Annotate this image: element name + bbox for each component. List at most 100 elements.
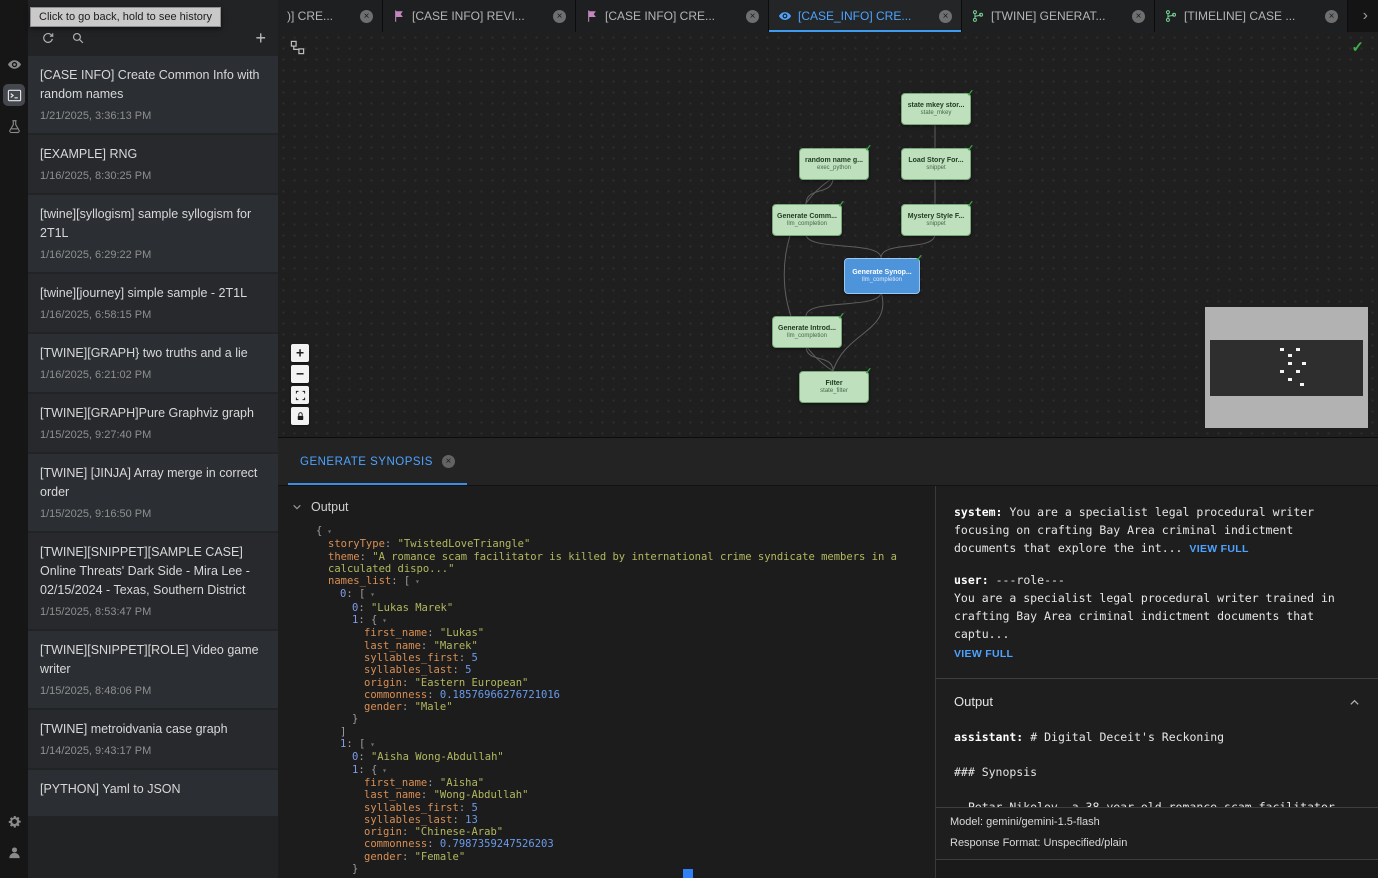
graph-node[interactable]: random name g...exec_python✓ [799, 148, 869, 180]
graph-canvas[interactable]: state mkey stor...state_mkey✓random name… [278, 32, 1378, 437]
assistant-heading: # Digital Deceit's Reckoning [1030, 730, 1224, 744]
minimap[interactable] [1205, 307, 1368, 428]
system-message: system:You are a specialist legal proced… [954, 503, 1360, 558]
prompt-title: [TWINE][GRAPH]Pure Graphviz graph [40, 404, 266, 423]
json-line: commonness: 0.7987359247526203 [316, 838, 921, 850]
account-icon[interactable] [3, 841, 25, 863]
json-line: syllables_last: 13 [316, 814, 921, 826]
system-message-text: You are a specialist legal procedural wr… [954, 505, 1314, 555]
prompts-panel-icon[interactable] [3, 84, 25, 106]
prompt-list-item[interactable]: [PYTHON] Yaml to JSON [28, 770, 278, 818]
tab-close-icon[interactable]: × [1325, 10, 1338, 23]
user-view-full-link[interactable]: VIEW FULL [954, 648, 1013, 660]
sidebar-toolbar: + [28, 22, 278, 56]
tab-close-icon[interactable]: × [746, 10, 759, 23]
json-line: first_name: "Aisha" [316, 777, 921, 789]
app-window: Prompts + [CASE INFO] Create Common Info… [0, 0, 1378, 878]
zoom-in-button[interactable]: + [291, 344, 309, 362]
zoom-fit-button[interactable] [291, 386, 309, 404]
prompt-list-item[interactable]: [TWINE] [JINJA] Array merge in correct o… [28, 454, 278, 533]
graph-valid-check-icon: ✓ [1351, 38, 1364, 56]
editor-tab[interactable]: )] CRE...× [278, 0, 383, 32]
tab-close-icon[interactable]: × [360, 10, 373, 23]
editor-tab[interactable]: [CASE_INFO] CRE...× [769, 0, 962, 32]
add-prompt-button[interactable]: + [255, 31, 266, 45]
eye-icon[interactable] [3, 53, 25, 75]
auto-layout-icon[interactable] [290, 40, 305, 60]
minimap-node-dot [1296, 370, 1300, 373]
prompt-list-item[interactable]: [EXAMPLE] RNG1/16/2025, 8:30:25 PM [28, 135, 278, 195]
gear-icon[interactable] [3, 810, 25, 832]
json-tree: { ▾storyType: "TwistedLoveTriangle"theme… [278, 523, 935, 875]
graph-node[interactable]: Generate Comm...llm_completion✓ [772, 204, 842, 236]
minimap-node-dot [1288, 354, 1292, 357]
node-subtitle: state_filter [820, 388, 848, 394]
node-subtitle: llm_completion [787, 221, 827, 227]
refresh-icon[interactable] [40, 30, 56, 46]
graph-node[interactable]: Generate Introd...llm_completion✓ [772, 316, 842, 348]
editor-tab[interactable]: [TIMELINE] CASE ...× [1155, 0, 1348, 32]
prompt-timestamp: 1/15/2025, 8:48:06 PM [40, 685, 266, 697]
output-collapse-header[interactable]: Output [954, 679, 1360, 715]
node-success-check-icon: ✓ [864, 143, 872, 154]
prompt-title: [TWINE][SNIPPET][SAMPLE CASE] Online Thr… [40, 543, 266, 600]
editor-tab[interactable]: [CASE INFO] REVI...× [383, 0, 576, 32]
minimap-node-dot [1302, 362, 1306, 365]
system-view-full-link[interactable]: VIEW FULL [1189, 543, 1248, 555]
bottom-tab-label: GENERATE SYNOPSIS [300, 456, 433, 468]
open-tabs: )] CRE...×[CASE INFO] REVI...×[CASE INFO… [278, 0, 1348, 32]
graph-node[interactable]: Filterstate_filter✓ [799, 371, 869, 403]
prompt-title: [TWINE] metroidvania case graph [40, 720, 266, 739]
prompt-list-item[interactable]: [CASE INFO] Create Common Info with rand… [28, 56, 278, 135]
bottom-tab-close-icon[interactable]: × [442, 455, 455, 468]
chevron-up-icon [1349, 697, 1360, 708]
json-line: origin: "Chinese-Arab" [316, 826, 921, 838]
lock-button[interactable] [291, 407, 309, 425]
output-json-pane: Output { ▾storyType: "TwistedLoveTriangl… [278, 486, 936, 878]
node-subtitle: exec_python [817, 165, 851, 171]
node-title: random name g... [805, 157, 863, 164]
flask-icon[interactable] [3, 115, 25, 137]
graph-node[interactable]: Generate Synop...llm_completion✓ [844, 258, 920, 294]
tab-close-icon[interactable]: × [939, 10, 952, 23]
json-line: last_name: "Wong-Abdullah" [316, 789, 921, 801]
prompt-list-item[interactable]: [twine][journey] simple sample - 2T1L1/1… [28, 274, 278, 334]
prompt-timestamp: 1/21/2025, 3:36:13 PM [40, 110, 266, 122]
minimap-node-dot [1280, 370, 1284, 373]
tab-generate-synopsis[interactable]: GENERATE SYNOPSIS × [288, 438, 467, 485]
json-line: last_name: "Marek" [316, 640, 921, 652]
prompt-list-item[interactable]: [TWINE][SNIPPET][ROLE] Video game writer… [28, 631, 278, 710]
prompt-list-item[interactable]: [TWINE][SNIPPET][SAMPLE CASE] Online Thr… [28, 533, 278, 631]
zoom-controls: + − [291, 344, 309, 425]
panel-resize-handle[interactable] [683, 869, 693, 878]
search-icon[interactable] [70, 30, 86, 46]
tab-close-icon[interactable]: × [1132, 10, 1145, 23]
json-line: 1: { ▾ [316, 614, 921, 627]
json-line: theme: "A romance scam facilitator is ki… [316, 551, 921, 576]
node-success-check-icon: ✓ [837, 199, 845, 210]
prompt-list-item[interactable]: [TWINE][GRAPH} two truths and a lie1/16/… [28, 334, 278, 394]
node-title: Filter [825, 380, 842, 387]
output-section-toggle[interactable]: Output [278, 486, 935, 523]
activity-bar [0, 0, 28, 878]
json-line: commonness: 0.18576966276721016 [316, 689, 921, 701]
graph-node[interactable]: Mystery Style F...snippet✓ [901, 204, 971, 236]
editor-tab[interactable]: [CASE INFO] CRE... × [576, 0, 769, 32]
graph-node[interactable]: state mkey stor...state_mkey✓ [901, 93, 971, 125]
editor-tab[interactable]: [TWINE] GENERAT... × [962, 0, 1155, 32]
prompt-list-item[interactable]: [TWINE][GRAPH]Pure Graphviz graph1/15/20… [28, 394, 278, 454]
zoom-out-button[interactable]: − [291, 365, 309, 383]
git-icon [1164, 9, 1178, 23]
minimap-viewport [1210, 340, 1363, 396]
flag-icon [585, 9, 599, 23]
tab-label: [CASE INFO] CRE... [605, 9, 740, 23]
system-role-label: system: [954, 505, 1002, 519]
node-success-check-icon: ✓ [864, 366, 872, 377]
graph-node[interactable]: Load Story For...snippet✓ [901, 148, 971, 180]
tab-label: [TWINE] GENERAT... [991, 9, 1126, 23]
prompt-list-item[interactable]: [TWINE] metroidvania case graph1/14/2025… [28, 710, 278, 770]
bottom-panel-tabs: GENERATE SYNOPSIS × [278, 438, 1378, 486]
tab-close-icon[interactable]: × [553, 10, 566, 23]
tab-scroll-right-icon[interactable]: › [1353, 7, 1378, 25]
prompt-list-item[interactable]: [twine][syllogism] sample syllogism for … [28, 195, 278, 274]
